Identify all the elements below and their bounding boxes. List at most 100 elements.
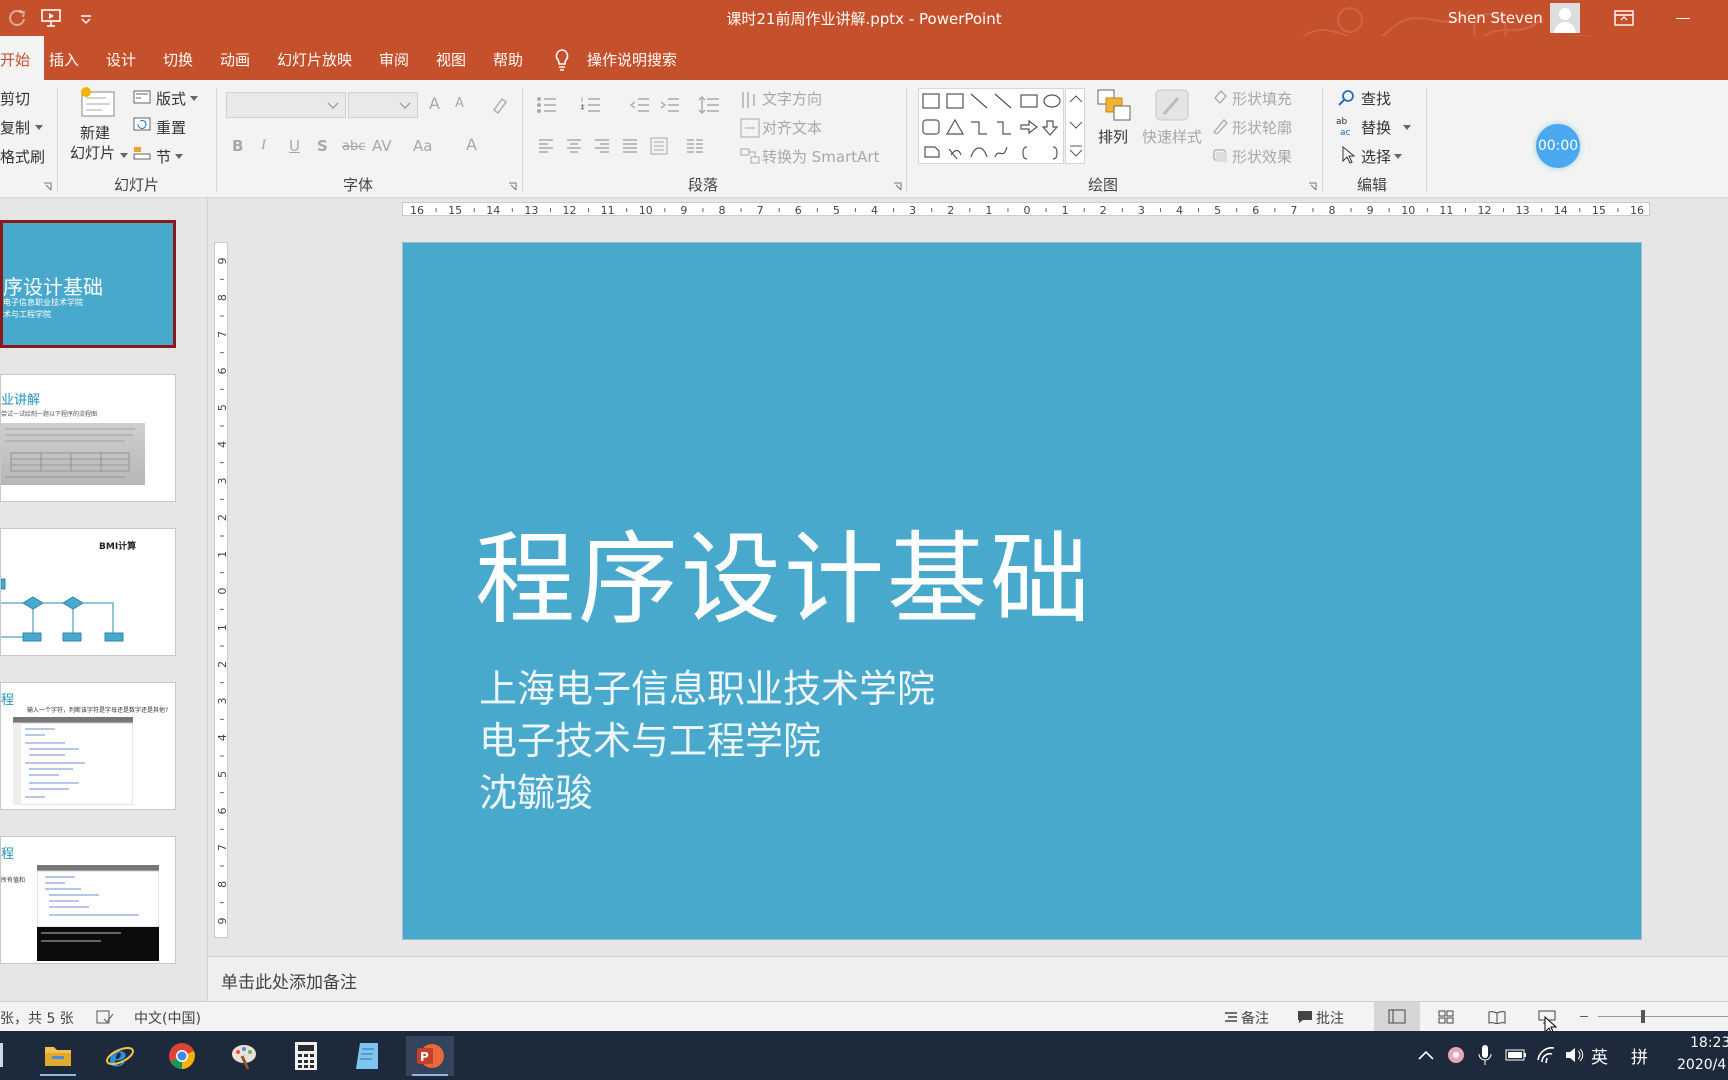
slide-sorter-icon[interactable] [1438,1010,1454,1024]
chevron-down-icon[interactable] [175,154,183,160]
tab-slide-show[interactable]: 幻灯片放映 [277,36,352,80]
dialog-launcher-icon[interactable] [43,182,52,191]
chevron-down-icon[interactable] [1403,125,1411,131]
current-slide[interactable]: 程序设计基础 上海电子信息职业技术学院 电子技术与工程学院 沈毓骏 [402,242,1642,940]
comments-toggle[interactable]: 批注 [1316,1008,1344,1028]
align-right-icon[interactable] [594,139,610,153]
increase-indent-icon[interactable] [660,96,680,114]
recording-timer[interactable]: 00:00 [1536,124,1580,168]
align-left-icon[interactable] [538,139,554,153]
ime-language[interactable]: 英 [1591,1043,1608,1068]
tab-transitions[interactable]: 切换 [163,36,193,80]
reading-view-icon[interactable] [1488,1010,1506,1024]
replace-button[interactable]: 替换 [1361,117,1391,138]
chevron-down-icon[interactable] [35,125,43,131]
italic-button[interactable]: I [261,137,266,154]
taskbar-paint-app[interactable] [220,1036,268,1076]
dialog-launcher-icon[interactable] [508,182,517,191]
distributed-icon[interactable] [650,137,668,155]
find-button[interactable]: 查找 [1361,88,1391,109]
bold-button[interactable]: B [232,137,243,155]
slide-thumbnail-4[interactable]: 程 输入一个字符，判断该字符是字母还是数字还是其他? [0,682,176,810]
spell-check-icon[interactable] [96,1009,114,1025]
zoom-slider[interactable] [1598,1016,1728,1017]
horizontal-ruler[interactable]: 16 15 14 13 12 11 10 9 8 7 6 5 4 3 2 1 0 1 2 3 4 5 6 7 8 9 10 11 12 1… [402,202,1650,217]
ime-mode[interactable]: 拼 [1631,1043,1648,1068]
dialog-launcher-icon[interactable] [893,182,902,191]
chevron-down-icon[interactable] [190,96,198,102]
text-direction-button[interactable]: 文字方向 [762,88,822,109]
quick-styles-button[interactable]: 快速样式 [1140,86,1204,170]
numbering-icon[interactable] [580,96,602,114]
notes-pane[interactable]: 单击此处添加备注 [208,956,1728,1001]
taskbar-notepad[interactable] [344,1036,392,1076]
avatar[interactable] [1550,3,1580,33]
font-size-select[interactable] [348,92,418,118]
align-text-button[interactable]: 对齐文本 [762,117,822,138]
decrease-indent-icon[interactable] [630,96,650,114]
language-indicator[interactable]: 中文(中国) [134,1008,201,1028]
shapes-gallery[interactable] [918,88,1064,164]
volume-icon[interactable] [1564,1046,1584,1064]
bullets-icon[interactable] [536,96,558,114]
taskbar-file-explorer[interactable] [34,1036,82,1076]
arrange-button[interactable]: 排列 [1092,86,1136,170]
taskbar-powerpoint[interactable]: P [406,1036,454,1076]
tab-home[interactable]: 开始 [0,36,45,80]
shape-effects-button[interactable]: 形状效果 [1232,146,1292,167]
taskbar-calculator[interactable] [282,1036,330,1076]
slide-thumbnail-5[interactable]: 程 所有值和 [0,836,176,964]
tab-help[interactable]: 帮助 [493,36,523,80]
user-name[interactable]: Shen Steven [1448,9,1543,27]
change-case-button[interactable]: Aa [413,137,432,155]
layout-button[interactable]: 版式 [156,88,186,109]
chevron-down-icon[interactable] [1394,154,1402,160]
battery-icon[interactable] [1505,1048,1527,1062]
start-button[interactable] [0,1043,3,1067]
more-icon[interactable] [1069,145,1083,157]
zoom-out-button[interactable] [1580,1016,1588,1017]
chevron-down-icon[interactable] [1069,121,1083,129]
character-spacing-button[interactable]: AV [372,137,392,155]
slide-subtitle[interactable]: 上海电子信息职业技术学院 电子技术与工程学院 沈毓骏 [479,663,935,819]
columns-icon[interactable] [686,139,704,153]
vertical-ruler[interactable]: 9 8 7 6 5 4 3 2 1 0 1 2 3 4 5 6 7 8 9 [214,242,229,938]
tab-design[interactable]: 设计 [106,36,136,80]
shapes-gallery-scroll[interactable] [1065,88,1085,164]
wifi-icon[interactable] [1536,1046,1556,1064]
text-shadow-button[interactable]: S [317,137,328,155]
clock-time[interactable]: 18:23 [1690,1035,1728,1051]
slide-thumbnail-2[interactable]: 业讲解 尝试一试绘制一题以下程序的流程图 [0,374,176,502]
align-center-icon[interactable] [566,139,582,153]
tab-review[interactable]: 审阅 [379,36,409,80]
chevron-up-icon[interactable] [1069,95,1083,103]
font-color-button[interactable]: A [466,135,477,154]
zoom-slider-thumb[interactable] [1641,1010,1645,1023]
tell-me-search[interactable]: 操作说明搜索 [587,36,677,80]
line-spacing-icon[interactable] [698,96,720,114]
font-family-select[interactable] [226,92,346,118]
clock-date[interactable]: 2020/4 [1677,1057,1726,1073]
ribbon-display-options-icon[interactable] [1614,10,1634,26]
slide-thumbnail-3[interactable]: BMI计算 [0,528,176,656]
select-button[interactable]: 选择 [1361,146,1391,167]
microphone-icon[interactable] [1478,1044,1492,1066]
minimize-icon[interactable] [1676,18,1690,19]
strikethrough-button[interactable]: abc [342,139,365,154]
copy-button[interactable]: 复制 [0,117,30,138]
taskbar-internet-explorer[interactable]: e [96,1036,144,1076]
taskbar-chrome[interactable] [158,1036,206,1076]
format-painter-button[interactable]: 格式刷 [0,146,45,167]
chevron-up-icon[interactable] [1418,1050,1434,1060]
notes-placeholder[interactable]: 单击此处添加备注 [221,968,357,993]
underline-button[interactable]: U [289,137,300,155]
tray-app-icon[interactable] [1446,1045,1466,1065]
dialog-launcher-icon[interactable] [1308,182,1317,191]
increase-font-size-button[interactable]: A [429,94,440,113]
shape-outline-button[interactable]: 形状轮廓 [1232,117,1292,138]
shape-fill-button[interactable]: 形状填充 [1232,88,1292,109]
tab-insert[interactable]: 插入 [49,36,79,80]
section-button[interactable]: 节 [156,146,171,167]
tab-animations[interactable]: 动画 [220,36,250,80]
slide-thumbnail-1[interactable]: 序设计基础 电子信息职业技术学院 术与工程学院 [0,220,176,348]
